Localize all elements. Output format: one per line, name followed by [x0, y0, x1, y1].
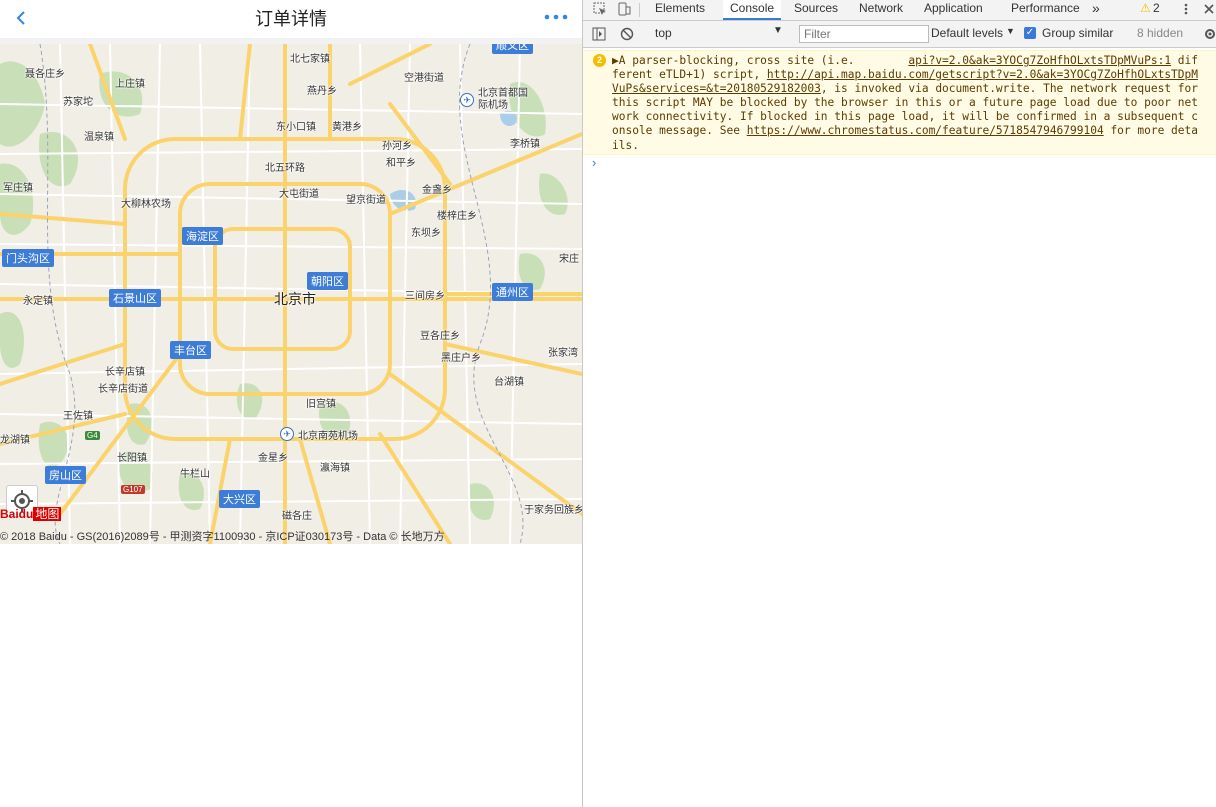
device-toggle-icon[interactable]: [617, 2, 631, 16]
place-label: 楼梓庄乡: [437, 211, 477, 222]
clear-console-icon[interactable]: [620, 27, 634, 41]
devtools-panel: Elements Console Sources Network Applica…: [583, 0, 1216, 807]
inspect-icon[interactable]: [593, 2, 607, 16]
settings-gear-icon[interactable]: [1203, 27, 1216, 41]
app-header: 订单详情: [0, 0, 582, 38]
close-icon[interactable]: [1202, 2, 1216, 16]
district-label: 房山区: [45, 466, 86, 484]
place-label: 北七家镇: [290, 54, 330, 65]
tab-network[interactable]: Network: [853, 0, 909, 20]
place-label: 军庄镇: [3, 183, 33, 194]
sidebar-toggle-icon[interactable]: [592, 27, 606, 41]
place-label: 磁各庄: [282, 511, 312, 522]
tab-application[interactable]: Application: [918, 0, 989, 20]
place-label: 大屯街道: [279, 189, 319, 200]
road-shield: G107: [121, 485, 145, 494]
warning-text: ▶A parser-blocking, cross site (i.e. api…: [612, 54, 1204, 153]
baidu-logo: Baidu 地图: [0, 505, 62, 522]
district-label: 海淀区: [182, 227, 223, 245]
warning-prefix: ▶A parser-blocking, cross site (i.e.: [612, 54, 909, 67]
group-similar-checkbox[interactable]: ✓: [1024, 27, 1036, 39]
place-label: 张家湾: [548, 348, 578, 359]
place-label: 东小口镇: [276, 122, 316, 133]
district-label: 顺义区: [492, 44, 533, 54]
road-shield: G4: [85, 431, 100, 440]
map-copyright: © 2018 Baidu - GS(2016)2089号 - 甲测资字11009…: [0, 531, 445, 543]
mobile-view: 订单详情 聂各庄乡 上庄镇 北七家镇 空港街道 苏家坨 燕丹乡 ✈ 北京首都国际…: [0, 0, 582, 807]
filter-input[interactable]: [799, 25, 929, 43]
toolbar-separator: [639, 3, 640, 17]
place-label: 旧宫镇: [306, 399, 336, 410]
tab-sources[interactable]: Sources: [788, 0, 844, 20]
district-label: 丰台区: [170, 341, 211, 359]
place-label: 北五环路: [265, 163, 305, 174]
place-label: 北京首都国际机场: [478, 88, 528, 111]
city-label: 北京市: [274, 291, 316, 307]
more-tabs-button[interactable]: »: [1090, 0, 1102, 20]
console-prompt[interactable]: ›: [592, 155, 596, 170]
place-label: 东坝乡: [411, 228, 441, 239]
baidu-map[interactable]: 聂各庄乡 上庄镇 北七家镇 空港街道 苏家坨 燕丹乡 ✈ 北京首都国际机场 温泉…: [0, 44, 582, 544]
place-label: 长辛店镇: [105, 367, 145, 378]
place-label: 空港街道: [404, 73, 444, 84]
place-label: 黑庄户乡: [441, 353, 481, 364]
place-label: 豆各庄乡: [420, 331, 460, 342]
context-value: top: [655, 26, 672, 40]
place-label: 大柳林农场: [121, 199, 171, 210]
place-label: 上庄镇: [115, 79, 145, 90]
tab-console[interactable]: Console: [723, 0, 782, 20]
airport-icon: ✈: [460, 93, 474, 107]
levels-arrow-icon: ▼: [1006, 26, 1015, 36]
dropdown-arrow-icon: ▼: [773, 25, 783, 36]
place-label: 北京南苑机场: [298, 431, 358, 442]
kebab-menu-icon[interactable]: [1179, 2, 1193, 16]
more-dots-icon[interactable]: [543, 8, 569, 26]
place-label: 于家务回族乡: [524, 505, 582, 516]
warning-count-badge: 2: [593, 54, 606, 67]
place-label: 望京街道: [346, 195, 386, 206]
place-label: 三间房乡: [405, 291, 445, 302]
airport-icon: ✈: [280, 427, 294, 441]
place-label: 宋庄: [559, 254, 579, 265]
place-label: 和平乡: [386, 158, 416, 169]
group-similar-label: Group similar: [1042, 26, 1114, 40]
tab-elements[interactable]: Elements: [649, 0, 711, 20]
district-label: 通州区: [492, 283, 533, 301]
console-warning-message[interactable]: 2 ▶A parser-blocking, cross site (i.e. a…: [583, 50, 1216, 155]
logo-map-text: 地图: [33, 507, 62, 521]
place-label: 燕丹乡: [307, 86, 337, 97]
place-label: 王佐镇: [63, 411, 93, 422]
district-label: 石景山区: [109, 289, 161, 307]
warning-count: 2: [1153, 1, 1160, 15]
context-selector[interactable]: top ▼: [649, 25, 785, 43]
place-label: 孙河乡: [382, 141, 412, 152]
devtools-tabbar: Elements Console Sources Network Applica…: [583, 0, 1216, 21]
chromestatus-link[interactable]: https://www.chromestatus.com/feature/571…: [747, 124, 1104, 137]
place-label: 金盏乡: [422, 185, 452, 196]
source-link[interactable]: api?v=2.0&ak=3YOCg7ZoHfhOLxtsTDpMVuPs:1: [908, 54, 1171, 67]
district-label: 门头沟区: [2, 249, 54, 267]
district-label: 朝阳区: [307, 272, 348, 290]
place-label: 永定镇: [23, 296, 53, 307]
district-label: 大兴区: [219, 490, 260, 508]
place-label: 龙湖镇: [0, 435, 30, 446]
place-label: 李桥镇: [510, 139, 540, 150]
place-label: 牛栏山: [180, 469, 210, 480]
place-label: 长辛店街道: [98, 384, 148, 395]
place-label: 苏家坨: [63, 97, 93, 108]
warning-triangle-icon[interactable]: ⚠: [1140, 1, 1151, 15]
logo-text: Baidu: [0, 507, 34, 521]
place-label: 金星乡: [258, 453, 288, 464]
place-label: 瀛海镇: [320, 463, 350, 474]
place-label: 聂各庄乡: [25, 69, 65, 80]
place-label: 黄港乡: [332, 122, 362, 133]
page-title: 订单详情: [255, 9, 327, 29]
tab-performance[interactable]: Performance: [1005, 0, 1086, 20]
place-label: 温泉镇: [84, 132, 114, 143]
levels-dropdown[interactable]: Default levels: [931, 26, 1003, 40]
place-label: 长阳镇: [117, 453, 147, 464]
place-label: 台湖镇: [494, 377, 524, 388]
console-toolbar: top ▼ Default levels ▼ ✓ Group similar 8…: [583, 21, 1216, 48]
hidden-count: 8 hidden: [1137, 26, 1184, 40]
